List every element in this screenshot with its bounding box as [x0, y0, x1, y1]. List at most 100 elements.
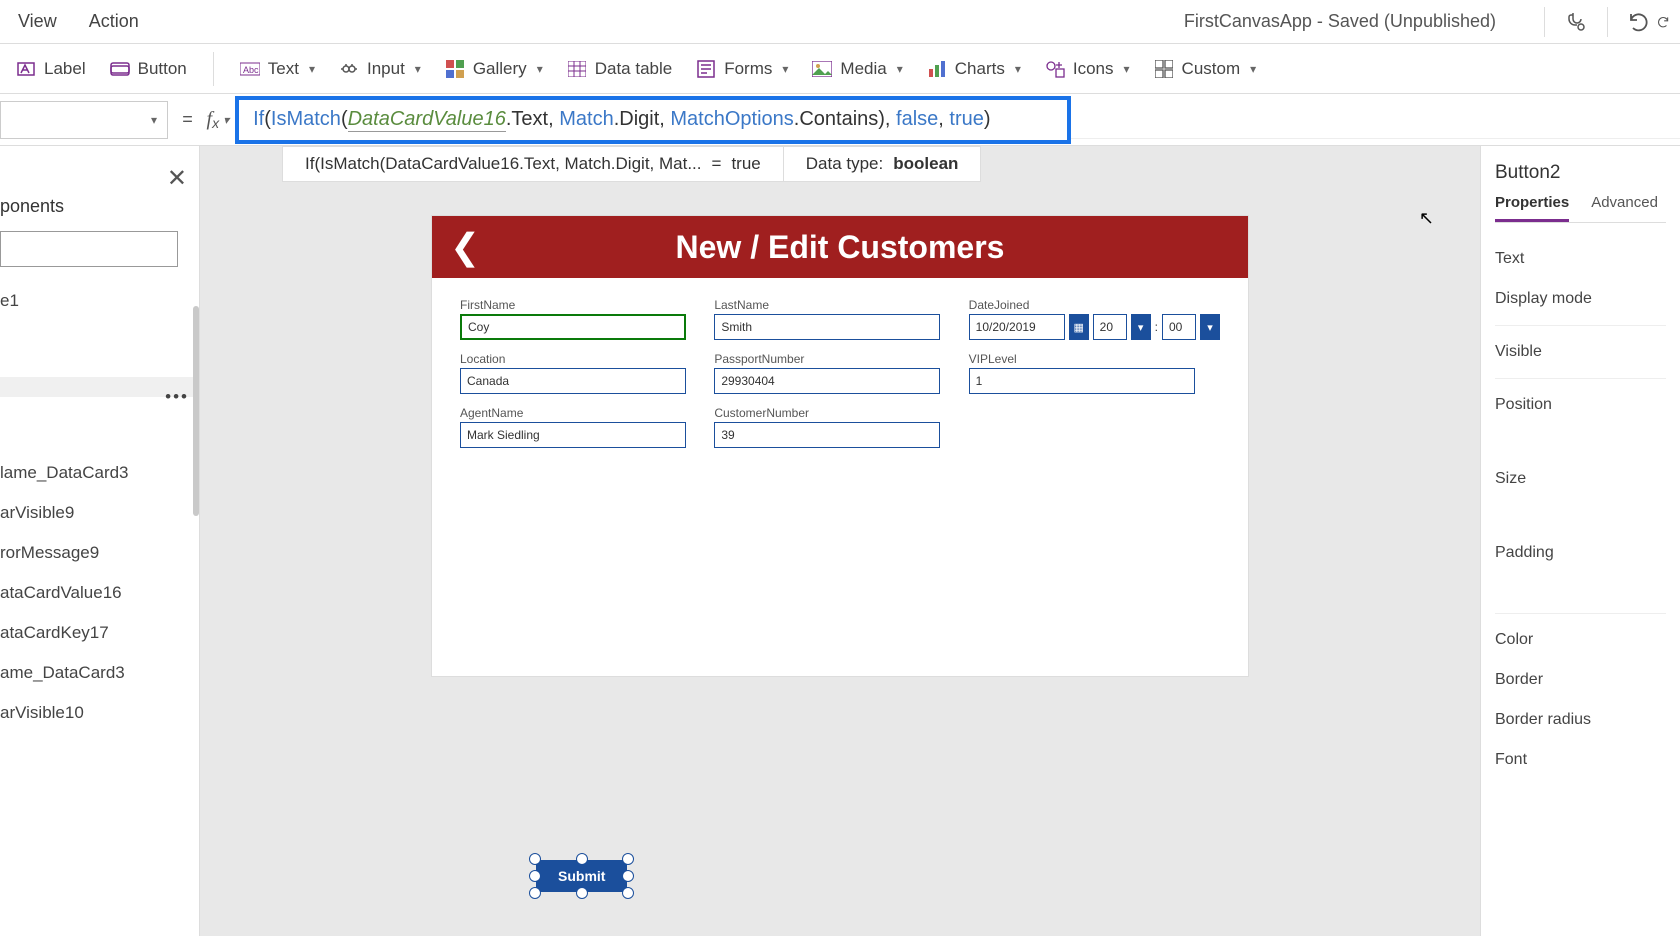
ribbon-media[interactable]: Media▾ — [802, 51, 912, 87]
prop-position[interactable]: Position — [1495, 385, 1666, 425]
passport-input[interactable] — [714, 368, 940, 394]
resize-handle[interactable] — [622, 870, 634, 882]
prop-borderradius[interactable]: Border radius — [1495, 700, 1666, 740]
ribbon-text-label: Text — [268, 59, 299, 79]
forms-icon — [696, 59, 716, 79]
date-input[interactable]: 10/20/2019 — [969, 314, 1065, 340]
ribbon-icons[interactable]: Icons▾ — [1035, 51, 1140, 87]
ribbon-input[interactable]: Input▾ — [329, 51, 431, 87]
ribbon-media-label: Media — [840, 59, 886, 79]
prop-text[interactable]: Text — [1495, 239, 1666, 279]
fx-label[interactable]: fx ▾ — [207, 108, 236, 131]
divider — [213, 52, 214, 86]
properties-panel: Button2 Properties Advanced Text Display… — [1480, 146, 1680, 936]
hour-select[interactable]: 20 — [1093, 314, 1127, 340]
tree-item[interactable]: arVisible9 — [0, 493, 199, 533]
field-lastname: LastName — [714, 298, 950, 340]
tree-search-input[interactable] — [0, 231, 178, 267]
field-customernumber: CustomerNumber — [714, 406, 950, 448]
tree-item[interactable]: rorMessage9 — [0, 533, 199, 573]
tree-item[interactable]: ame_DataCard3 — [0, 653, 199, 693]
custom-icon — [1154, 59, 1174, 79]
eval-expression: If(IsMatch(DataCardValue16.Text, Match.D… — [305, 154, 702, 174]
ribbon-charts[interactable]: Charts▾ — [917, 51, 1031, 87]
prop-color[interactable]: Color — [1495, 620, 1666, 660]
resize-handle[interactable] — [529, 853, 541, 865]
redo-icon[interactable] — [1656, 9, 1670, 35]
scrollbar[interactable] — [193, 306, 199, 516]
calendar-icon[interactable]: ▦ — [1069, 314, 1089, 340]
ribbon-icons-label: Icons — [1073, 59, 1114, 79]
prop-displaymode[interactable]: Display mode — [1495, 279, 1666, 319]
app-checker-icon[interactable] — [1563, 9, 1589, 35]
vip-input[interactable] — [969, 368, 1195, 394]
canvas-area[interactable]: ↖ ❮ New / Edit Customers FirstName LastN… — [200, 146, 1480, 936]
ribbon-custom[interactable]: Custom▾ — [1144, 51, 1267, 87]
menu-view[interactable]: View — [2, 1, 73, 42]
lastname-input[interactable] — [714, 314, 940, 340]
ribbon-datatable[interactable]: Data table — [557, 51, 683, 87]
ribbon-button-text: Button — [138, 59, 187, 79]
prop-font[interactable]: Font — [1495, 740, 1666, 780]
chevron-down-icon[interactable]: ▾ — [1200, 314, 1220, 340]
resize-handle[interactable] — [576, 887, 588, 899]
chevron-down-icon: ▾ — [415, 62, 421, 76]
customernumber-input[interactable] — [714, 422, 940, 448]
divider — [1544, 7, 1545, 37]
minute-select[interactable]: 00 — [1162, 314, 1196, 340]
formula-input[interactable]: If(IsMatch(DataCardValue16.Text, Match.D… — [235, 96, 1071, 144]
tree-item[interactable]: arVisible10 — [0, 693, 199, 733]
tree-item[interactable]: ataCardKey17 — [0, 613, 199, 653]
eval-datatype-label: Data type: — [806, 154, 884, 174]
tree-item[interactable]: ataCardValue16 — [0, 573, 199, 613]
eval-equals: = — [712, 154, 722, 174]
property-dropdown[interactable]: ▾ — [0, 101, 168, 139]
field-label: DateJoined — [969, 298, 1220, 312]
field-datejoined: DateJoined 10/20/2019 ▦ 20 ▾ : 00 ▾ — [969, 298, 1220, 340]
field-agent: AgentName — [460, 406, 696, 448]
ribbon-forms[interactable]: Forms▾ — [686, 51, 798, 87]
resize-handle[interactable] — [576, 853, 588, 865]
tab-properties[interactable]: Properties — [1495, 194, 1569, 222]
location-input[interactable] — [460, 368, 686, 394]
ribbon-label[interactable]: Label — [6, 51, 96, 87]
menu-action[interactable]: Action — [73, 1, 155, 42]
chevron-down-icon[interactable]: ▾ — [1131, 314, 1151, 340]
edit-form: FirstName LastName DateJoined 10/20/2019… — [432, 278, 1248, 468]
prop-visible[interactable]: Visible — [1495, 332, 1666, 372]
ribbon-button[interactable]: Button — [100, 51, 197, 87]
ribbon-datatable-label: Data table — [595, 59, 673, 79]
ribbon-forms-label: Forms — [724, 59, 772, 79]
icons-icon — [1045, 59, 1065, 79]
ribbon-gallery-label: Gallery — [473, 59, 527, 79]
agent-input[interactable] — [460, 422, 686, 448]
field-label: Location — [460, 352, 696, 366]
more-icon[interactable]: ••• — [165, 387, 189, 407]
screen-header: ❮ New / Edit Customers — [432, 216, 1248, 278]
eval-datatype-value: boolean — [893, 154, 958, 174]
ribbon-gallery[interactable]: Gallery▾ — [435, 51, 553, 87]
resize-handle[interactable] — [529, 887, 541, 899]
undo-icon[interactable] — [1626, 9, 1652, 35]
button-icon — [110, 59, 130, 79]
tree-item-selected[interactable]: ••• — [0, 377, 199, 397]
resize-handle[interactable] — [529, 870, 541, 882]
field-label: PassportNumber — [714, 352, 950, 366]
field-label: FirstName — [460, 298, 696, 312]
back-icon[interactable]: ❮ — [450, 229, 480, 265]
prop-padding[interactable]: Padding — [1495, 533, 1666, 573]
resize-handle[interactable] — [622, 853, 634, 865]
tree-item[interactable]: e1 — [0, 281, 199, 321]
resize-handle[interactable] — [622, 887, 634, 899]
ribbon-text[interactable]: Abc Text▾ — [230, 51, 325, 87]
prop-border[interactable]: Border — [1495, 660, 1666, 700]
divider — [1607, 7, 1608, 37]
charts-icon — [927, 59, 947, 79]
tree-item[interactable]: lame_DataCard3 — [0, 453, 199, 493]
screen-title: New / Edit Customers — [432, 229, 1248, 266]
tab-advanced[interactable]: Advanced — [1591, 194, 1658, 222]
prop-size[interactable]: Size — [1495, 459, 1666, 499]
firstname-input[interactable] — [460, 314, 686, 340]
close-icon[interactable]: ✕ — [167, 164, 187, 193]
input-icon — [339, 59, 359, 79]
